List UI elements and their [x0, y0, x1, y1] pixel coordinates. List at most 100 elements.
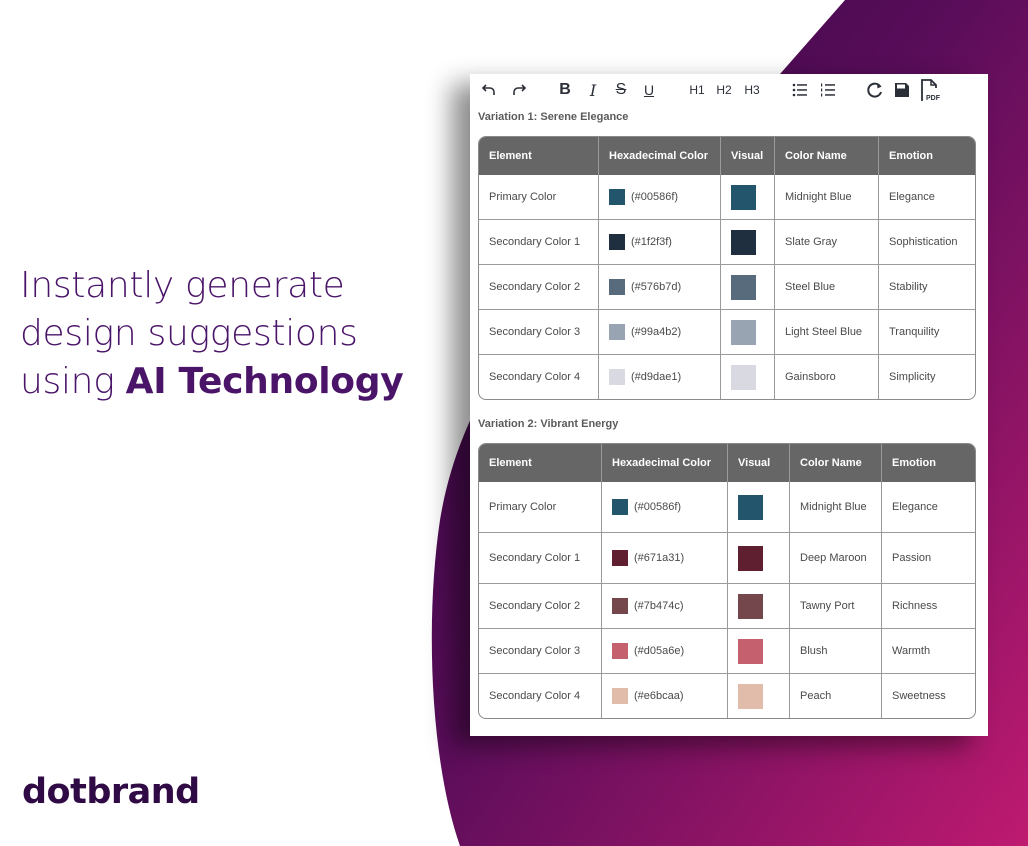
headline-line-3: using AI Technology: [20, 358, 404, 406]
hex-cell: (#1f2f3f): [599, 219, 721, 264]
visual-cell: [721, 219, 775, 264]
hex-value: (#e6bcaa): [634, 690, 684, 702]
emotion-cell: Passion: [882, 532, 975, 583]
visual-cell: [721, 175, 775, 219]
table-row: Secondary Color 2 (#7b474c) Tawny Port Rich…: [479, 583, 975, 628]
column-header-visual: Visual: [721, 137, 775, 175]
visual-cell: [721, 309, 775, 354]
headline-line-1: Instantly generate: [20, 265, 345, 306]
color-name-cell: Slate Gray: [775, 219, 879, 264]
table-row: Secondary Color 4 (#d9dae1) Gainsboro Simpl…: [479, 354, 975, 399]
color-name-cell: Gainsboro: [775, 354, 879, 399]
editor-card: B I S U H1 H2 H3 PDF Variation 1: Serene…: [470, 74, 988, 736]
hex-value: (#671a31): [634, 552, 685, 564]
hex-cell: (#671a31): [602, 532, 728, 583]
visual-swatch: [731, 229, 756, 255]
element-cell: Secondary Color 1: [479, 532, 602, 583]
element-cell: Secondary Color 2: [479, 583, 602, 628]
emotion-cell: Sophistication: [879, 219, 975, 264]
bullet-list-button[interactable]: [792, 80, 808, 100]
palette-table-variation-2: Element Hexadecimal Color Visual Color N…: [478, 443, 976, 719]
emotion-cell: Elegance: [889, 191, 935, 203]
italic-button[interactable]: I: [586, 80, 600, 100]
visual-cell: [728, 482, 790, 532]
hex-value: (#00586f): [631, 191, 679, 203]
visual-swatch: [731, 184, 756, 210]
visual-cell: [728, 628, 790, 673]
visual-cell: [721, 264, 775, 309]
save-button[interactable]: [894, 80, 910, 100]
emotion-cell: Sweetness: [882, 673, 975, 718]
visual-swatch: [731, 319, 756, 345]
visual-cell: [721, 354, 775, 399]
column-header-emotion: Emotion: [879, 137, 975, 175]
hex-cell: (#00586f): [602, 482, 728, 532]
refresh-icon: [867, 82, 882, 98]
table-row: Secondary Color 3 (#99a4b2) Light Steel Bl…: [479, 309, 975, 354]
hex-cell: (#e6bcaa): [602, 673, 728, 718]
visual-swatch: [738, 593, 763, 619]
hex-swatch: [609, 279, 625, 295]
heading-3-button[interactable]: H3: [744, 80, 760, 100]
redo-button[interactable]: [510, 80, 528, 100]
hex-swatch: [612, 598, 628, 614]
hex-swatch: [612, 499, 628, 515]
table-row: Secondary Color 2 (#576b7d) Steel Blue Stab…: [479, 264, 975, 309]
visual-swatch: [738, 683, 763, 709]
heading-2-button[interactable]: H2: [716, 80, 732, 100]
table-row: Secondary Color 3 (#d05a6e) Blush Warmth: [479, 628, 975, 673]
palette-table-variation-1: Element Hexadecimal Color Visual Color N…: [478, 136, 976, 400]
hex-value: (#576b7d): [631, 281, 682, 293]
save-icon: [895, 83, 909, 97]
emotion-cell: Simplicity: [879, 354, 975, 399]
headline-line-2: design suggestions: [20, 313, 358, 354]
color-name-cell: Light Steel Blue: [775, 309, 879, 354]
strikethrough-button[interactable]: S: [614, 80, 628, 100]
hex-swatch: [609, 324, 625, 340]
variation-1-title: Variation 1: Serene Elegance: [478, 111, 629, 123]
emotion-cell: Stability: [879, 264, 975, 309]
numbered-list-button[interactable]: [820, 80, 836, 100]
headline: Instantly generate design suggestions us…: [20, 262, 404, 406]
hex-swatch: [609, 189, 625, 205]
hex-swatch: [609, 234, 625, 250]
table-row: Primary Color (#00586f) Midnight Blue Elega…: [479, 175, 975, 219]
table-row: Secondary Color 4 (#e6bcaa) Peach Sweetness: [479, 673, 975, 718]
headline-emphasis: AI Technology: [125, 361, 404, 402]
underline-button[interactable]: U: [642, 80, 656, 100]
hex-value: (#7b474c): [634, 600, 684, 612]
dotbrand-logo: dotbrand: [22, 772, 200, 812]
hex-swatch: [612, 550, 628, 566]
hex-cell: (#d05a6e): [602, 628, 728, 673]
visual-cell: [728, 532, 790, 583]
bold-button[interactable]: B: [558, 80, 572, 100]
color-name-cell: Midnight Blue: [790, 482, 882, 532]
heading-1-button[interactable]: H1: [689, 80, 705, 100]
color-name-cell: Blush: [790, 628, 882, 673]
pdf-icon: PDF: [921, 79, 941, 102]
numbered-list-icon: [821, 83, 835, 97]
export-pdf-button[interactable]: PDF: [920, 78, 942, 102]
hex-swatch: [612, 688, 628, 704]
emotion-cell: Elegance: [892, 501, 938, 513]
hex-value: (#d05a6e): [634, 645, 685, 657]
hex-value: (#00586f): [634, 501, 682, 513]
table-row: Secondary Color 1 (#1f2f3f) Slate Gray Soph…: [479, 219, 975, 264]
visual-swatch: [738, 638, 763, 664]
column-header-color-name: Color Name: [790, 444, 882, 482]
hex-cell: (#576b7d): [599, 264, 721, 309]
visual-swatch: [731, 364, 756, 390]
undo-button[interactable]: [480, 80, 498, 100]
element-cell: Secondary Color 2: [479, 264, 599, 309]
visual-swatch: [738, 494, 763, 520]
table-header-row: Element Hexadecimal Color Visual Color N…: [479, 444, 975, 482]
regenerate-button[interactable]: [866, 80, 884, 100]
hex-swatch: [609, 369, 625, 385]
hex-cell: (#00586f): [599, 175, 721, 219]
column-header-emotion: Emotion: [882, 444, 975, 482]
table-row: Primary Color (#00586f) Midnight Blue Elega…: [479, 482, 975, 532]
column-header-hex: Hexadecimal Color: [602, 444, 728, 482]
element-cell: Secondary Color 3: [479, 309, 599, 354]
color-name-cell: Steel Blue: [775, 264, 879, 309]
column-header-element: Element: [479, 444, 602, 482]
